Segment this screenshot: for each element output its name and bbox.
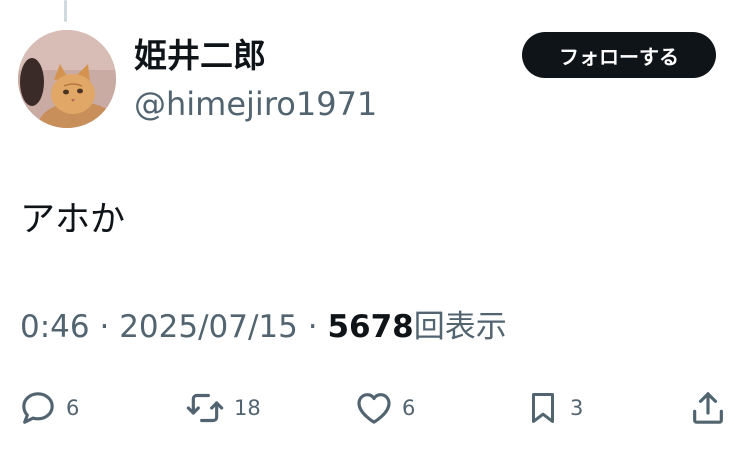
retweet-button[interactable]: 18	[184, 386, 261, 430]
reply-icon	[22, 392, 54, 424]
thread-connector-line	[64, 0, 67, 22]
heart-icon	[357, 393, 391, 424]
share-icon	[693, 392, 723, 424]
avatar[interactable]	[18, 30, 116, 128]
like-count: 6	[402, 396, 416, 420]
cat-avatar-image	[18, 30, 116, 128]
bookmark-button[interactable]: 3	[524, 386, 583, 430]
retweet-count: 18	[234, 396, 261, 420]
tweet-metadata: 0:46 · 2025/07/15 · 5678回表示	[20, 306, 507, 348]
tweet-date[interactable]: 2025/07/15	[119, 309, 298, 345]
share-button[interactable]	[688, 386, 728, 430]
tweet-text: アホか	[20, 200, 126, 240]
views-label: 回表示	[413, 309, 507, 345]
bookmark-count: 3	[570, 396, 584, 420]
meta-separator: ·	[307, 309, 318, 345]
tweet-time[interactable]: 0:46	[20, 309, 90, 345]
views-count: 5678	[327, 309, 414, 345]
retweet-icon	[186, 393, 224, 423]
reply-count: 6	[66, 396, 80, 420]
follow-button[interactable]: フォローする	[522, 32, 716, 78]
reply-button[interactable]: 6	[18, 386, 79, 430]
meta-separator: ·	[99, 309, 110, 345]
bookmark-icon	[531, 393, 555, 423]
author-display-name[interactable]: 姫井二郎	[134, 36, 266, 76]
author-handle[interactable]: @himejiro1971	[134, 84, 377, 124]
like-button[interactable]: 6	[354, 386, 415, 430]
